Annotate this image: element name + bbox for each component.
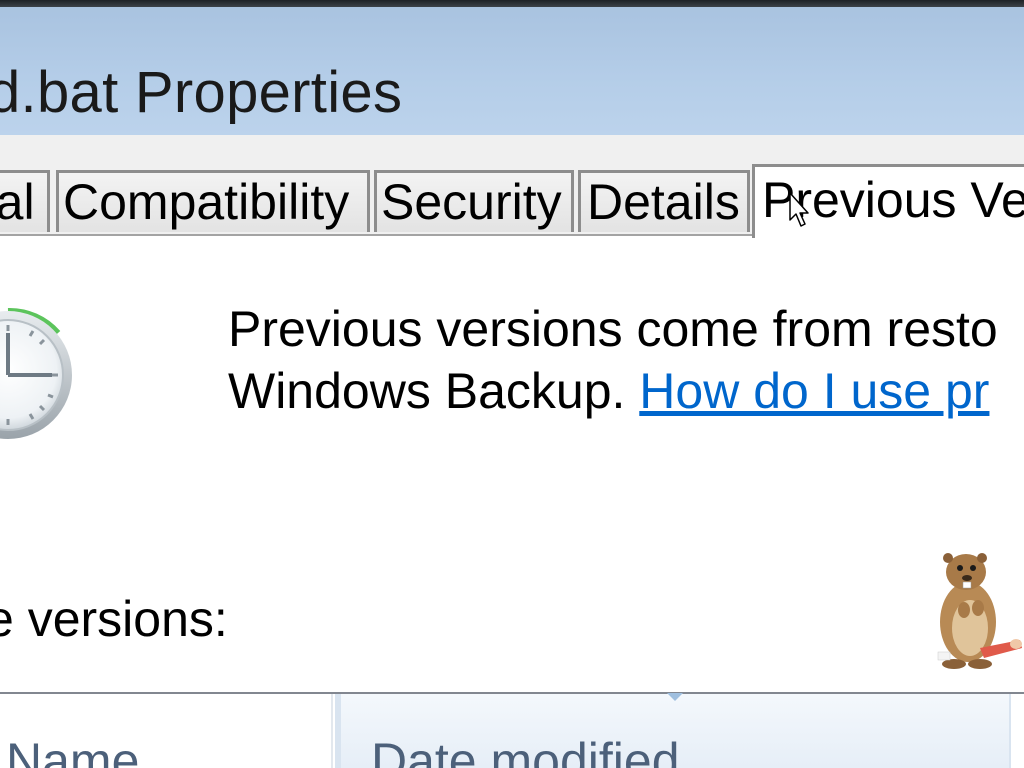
beaver-mascot-icon	[937, 553, 1022, 669]
column-header-name[interactable]: Name	[0, 694, 333, 768]
tab-compatibility-label: Compatibility	[63, 174, 350, 230]
file-versions-label: e versions:	[0, 591, 228, 647]
info-line-2-text: Windows Backup.	[228, 363, 640, 419]
tab-details[interactable]: Details	[578, 170, 750, 232]
info-line-1: Previous versions come from resto	[228, 301, 998, 357]
tab-security[interactable]: Security	[374, 170, 574, 232]
tab-details-label: Details	[587, 174, 740, 230]
column-header-name-label: Name	[6, 733, 140, 768]
mouse-pointer-icon	[789, 192, 809, 227]
column-header-date-modified-label: Date modified	[371, 733, 680, 768]
tab-general-label: ral	[0, 174, 35, 230]
properties-dialog: d.bat Properties ral Compatibility Secur…	[0, 0, 1024, 768]
how-to-use-link[interactable]: How do I use pr	[639, 363, 989, 419]
info-line-2: Windows Backup. How do I use pr	[228, 360, 998, 422]
tab-general[interactable]: ral	[0, 170, 50, 232]
clock-icon	[0, 307, 72, 439]
tab-compatibility[interactable]: Compatibility	[56, 170, 370, 232]
window-top-edge	[0, 0, 1024, 7]
sort-down-arrow-icon	[667, 693, 683, 701]
column-header-date-modified[interactable]: Date modified	[335, 694, 1011, 768]
previous-versions-info: Previous versions come from resto Window…	[228, 298, 998, 422]
window-title: d.bat Properties	[0, 60, 403, 125]
title-bar[interactable]: d.bat Properties	[0, 7, 1024, 135]
tab-security-label: Security	[381, 174, 562, 230]
